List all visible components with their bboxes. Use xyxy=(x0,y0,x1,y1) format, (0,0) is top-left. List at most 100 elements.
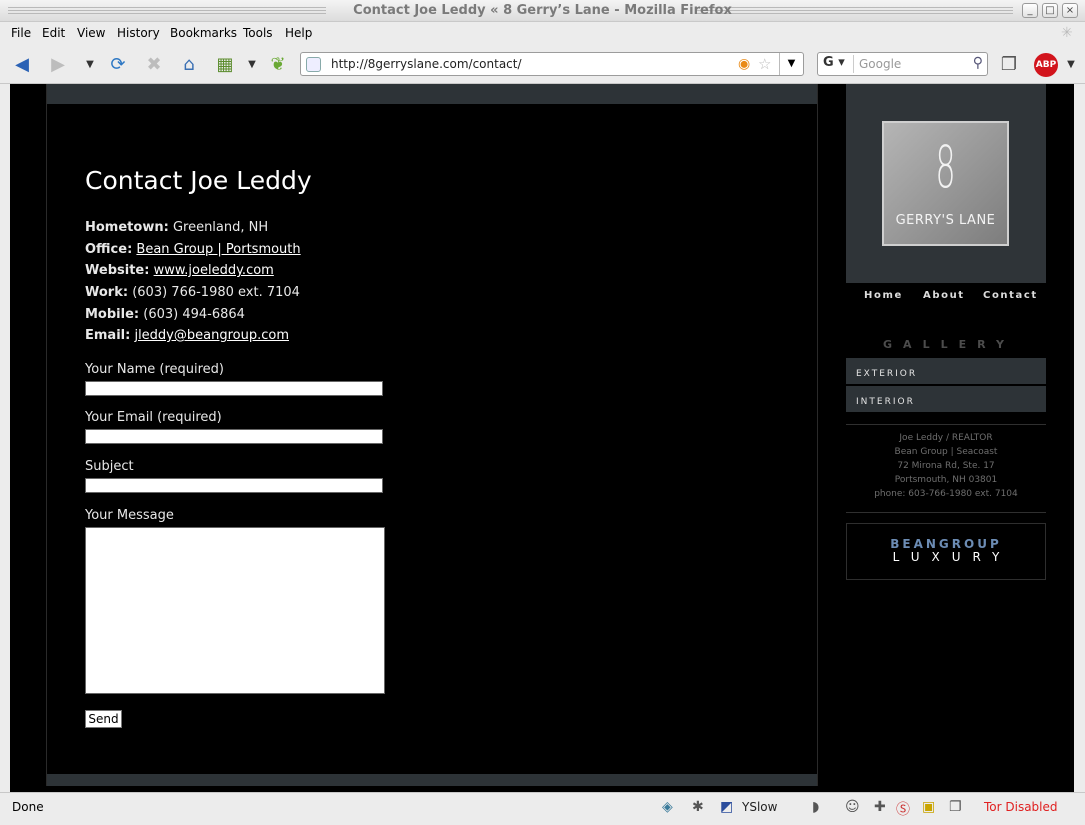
adblock-icon[interactable]: ABP xyxy=(1034,53,1058,77)
office-link[interactable]: Bean Group | Portsmouth xyxy=(136,242,300,257)
menu-view[interactable]: View xyxy=(77,26,105,40)
beangroup-text: BEANGROUP xyxy=(890,537,1002,551)
throbber-icon: ✳ xyxy=(1061,25,1073,41)
search-engine-selector[interactable]: G ▾ xyxy=(820,55,854,73)
info-mobile: Mobile: (603) 494-6864 xyxy=(85,307,245,322)
reload-icon[interactable]: ⟳ xyxy=(106,53,130,75)
addon-windows-icon[interactable]: ❐ xyxy=(949,799,962,815)
site-identity-icon[interactable] xyxy=(306,57,321,72)
close-button[interactable]: × xyxy=(1062,3,1078,18)
url-bar[interactable]: http://8gerryslane.com/contact/ ◉ ☆ ▼ xyxy=(300,52,804,76)
search-icon[interactable]: ⚲ xyxy=(973,55,983,71)
info-label: Mobile: xyxy=(85,307,140,322)
left-gutter xyxy=(0,84,10,792)
window-titlebar: Contact Joe Leddy « 8 Gerry’s Lane - Moz… xyxy=(0,0,1085,22)
email-field[interactable] xyxy=(85,429,383,444)
info-work: Work: (603) 766-1980 ext. 7104 xyxy=(85,285,300,300)
menu-tools[interactable]: Tools xyxy=(243,26,273,40)
luxury-text: LUXURY xyxy=(892,550,1012,564)
info-value: Greenland, NH xyxy=(172,220,269,235)
menu-file[interactable]: File xyxy=(11,26,31,40)
email-link[interactable]: jleddy@beangroup.com xyxy=(134,328,289,343)
addon-p-icon[interactable]: ▣ xyxy=(922,799,935,815)
addon-face-icon[interactable]: ☺ xyxy=(845,799,860,815)
website-link[interactable]: www.joeleddy.com xyxy=(154,263,274,278)
info-email: Email: jleddy@beangroup.com xyxy=(85,328,289,343)
menu-history[interactable]: History xyxy=(117,26,160,40)
address-line: phone: 603-766-1980 ext. 7104 xyxy=(874,489,1018,499)
status-text: Done xyxy=(12,800,44,814)
search-engine-label: G xyxy=(823,55,834,70)
site-logo[interactable]: 8 GERRY'S LANE xyxy=(882,121,1009,246)
address-line: 72 Mirona Rd, Ste. 17 xyxy=(897,461,995,471)
logo-number: 8 xyxy=(935,133,956,201)
info-label: Website: xyxy=(85,263,150,278)
nav-home[interactable]: Home xyxy=(864,290,903,301)
info-website: Website: www.joeleddy.com xyxy=(85,263,274,278)
menu-bookmarks[interactable]: Bookmarks xyxy=(170,26,237,40)
name-field[interactable] xyxy=(85,381,383,396)
info-value: (603) 766-1980 ext. 7104 xyxy=(132,285,300,300)
name-label: Your Name (required) xyxy=(85,362,224,377)
send-button[interactable]: Send xyxy=(85,710,122,728)
status-bar: Done ◈ ✱ ◩ YSlow ◗ ☺ ✚ Ⓢ ▣ ❐ Tor Disable… xyxy=(0,792,1085,825)
logo-panel: 8 GERRY'S LANE xyxy=(846,84,1046,283)
menu-help[interactable]: Help xyxy=(285,26,312,40)
nav-contact[interactable]: Contact xyxy=(983,290,1038,301)
abp-dropdown-icon[interactable]: ▼ xyxy=(1064,53,1078,75)
nav-about[interactable]: About xyxy=(923,290,965,301)
forward-arrow-icon[interactable]: ▶ xyxy=(46,53,70,75)
url-dropdown-icon[interactable]: ▼ xyxy=(779,53,803,75)
yslow-icon[interactable]: ◩ xyxy=(720,799,733,815)
maximize-button[interactable]: □ xyxy=(1042,3,1058,18)
logo-text: GERRY'S LANE xyxy=(895,213,996,228)
sitemap-icon[interactable]: ▦ xyxy=(213,53,237,75)
stop-icon[interactable]: ✖ xyxy=(142,53,166,75)
beangroup-luxury-logo[interactable]: BEANGROUP LUXURY xyxy=(846,523,1046,580)
subject-label: Subject xyxy=(85,459,134,474)
site-nav: Home About Contact xyxy=(846,290,1046,306)
yslow-label[interactable]: YSlow xyxy=(742,800,777,814)
info-hometown: Hometown: Greenland, NH xyxy=(85,220,268,235)
sitemap-dropdown-icon[interactable]: ▼ xyxy=(240,53,264,75)
address-line: Joe Leddy / REALTOR xyxy=(899,433,993,443)
info-value: (603) 494-6864 xyxy=(143,307,245,322)
page-viewport: Contact Joe Leddy Hometown: Greenland, N… xyxy=(10,84,1074,792)
right-gutter xyxy=(1074,84,1085,792)
history-dropdown-icon[interactable]: ▼ xyxy=(78,53,102,75)
sidebar: 8 GERRY'S LANE Home About Contact GALLER… xyxy=(846,84,1046,792)
address-line: Bean Group | Seacoast xyxy=(894,447,998,457)
windows-icon[interactable]: ❐ xyxy=(997,53,1021,75)
info-label: Email: xyxy=(85,328,131,343)
tor-status[interactable]: Tor Disabled xyxy=(984,800,1058,814)
address-line: Portsmouth, NH 03801 xyxy=(894,475,998,485)
sidebar-divider xyxy=(846,512,1046,513)
content-bottom-strip xyxy=(47,774,817,786)
addon-s-icon[interactable]: Ⓢ xyxy=(896,799,910,819)
search-input[interactable]: Google xyxy=(859,57,901,71)
minimize-button[interactable]: _ xyxy=(1022,3,1038,18)
info-office: Office: Bean Group | Portsmouth xyxy=(85,242,301,257)
info-label: Work: xyxy=(85,285,129,300)
gallery-item-interior[interactable]: INTERIOR xyxy=(846,386,1046,412)
addon-tools-icon[interactable]: ✚ xyxy=(874,799,886,815)
page-title: Contact Joe Leddy xyxy=(85,166,312,195)
rss-feed-icon[interactable]: ◉ xyxy=(738,56,750,72)
main-content: Contact Joe Leddy Hometown: Greenland, N… xyxy=(46,84,818,786)
addon-diamond-icon[interactable]: ◈ xyxy=(662,799,673,815)
back-arrow-icon[interactable]: ◀ xyxy=(10,53,34,75)
url-text[interactable]: http://8gerryslane.com/contact/ xyxy=(331,57,522,71)
menu-edit[interactable]: Edit xyxy=(42,26,65,40)
subject-field[interactable] xyxy=(85,478,383,493)
email-label: Your Email (required) xyxy=(85,410,222,425)
search-bar[interactable]: G ▾ Google ⚲ xyxy=(817,52,988,76)
addon-leaf-icon[interactable]: ◗ xyxy=(812,799,819,815)
gallery-item-exterior[interactable]: EXTERIOR xyxy=(846,358,1046,384)
bookmark-star-icon[interactable]: ☆ xyxy=(758,55,771,73)
info-label: Office: xyxy=(85,242,133,257)
leaf-icon[interactable]: ❦ xyxy=(266,53,290,75)
firebug-icon[interactable]: ✱ xyxy=(692,799,704,815)
home-icon[interactable]: ⌂ xyxy=(177,53,201,75)
window-title: Contact Joe Leddy « 8 Gerry’s Lane - Moz… xyxy=(353,3,732,18)
message-textarea[interactable] xyxy=(85,527,385,694)
